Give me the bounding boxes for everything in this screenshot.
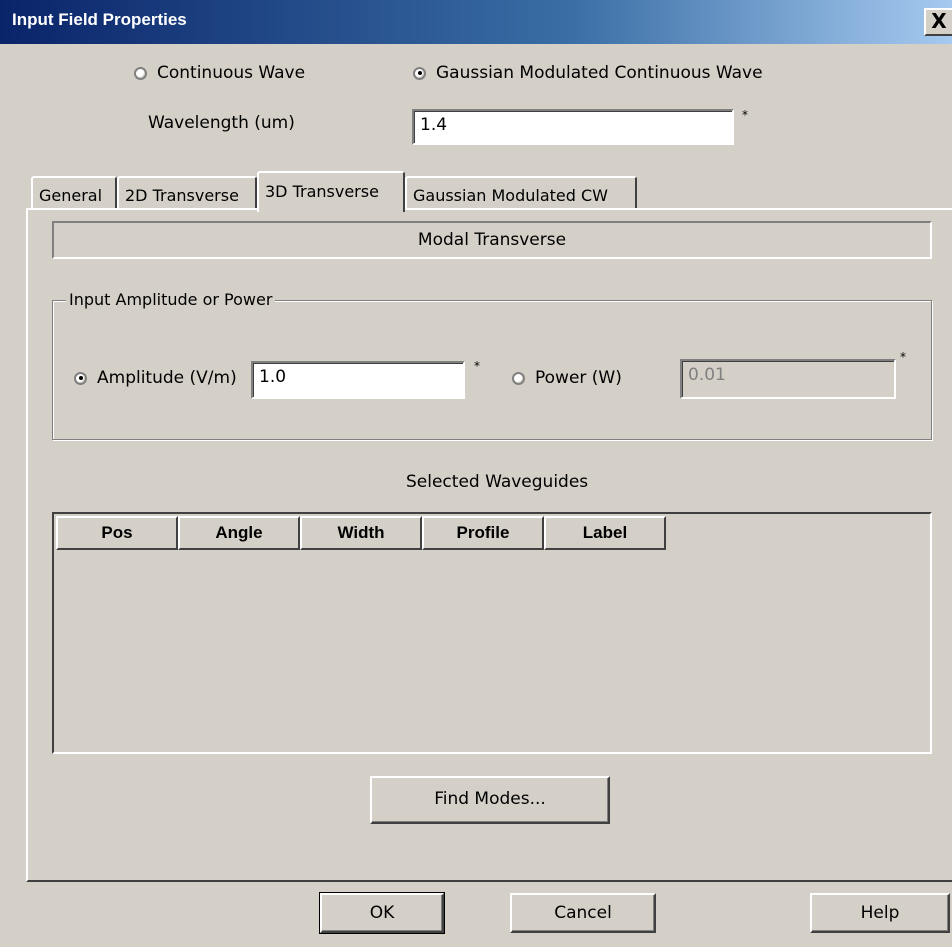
tab-general[interactable]: General xyxy=(31,176,117,210)
tab-label: General xyxy=(39,186,103,205)
radio-power[interactable]: Power (W) xyxy=(512,368,622,388)
radio-gaussian-modulated-cw[interactable]: Gaussian Modulated Continuous Wave xyxy=(413,63,763,83)
help-button[interactable]: Help xyxy=(810,893,950,933)
close-icon: X xyxy=(931,9,947,33)
tab-gaussian-modulated-cw[interactable]: Gaussian Modulated CW xyxy=(405,176,637,210)
waveguides-title: Selected Waveguides xyxy=(406,472,589,492)
required-mark: * xyxy=(474,359,480,373)
required-mark: * xyxy=(900,350,906,364)
column-header-width[interactable]: Width xyxy=(300,516,422,550)
column-header-profile[interactable]: Profile xyxy=(422,516,544,550)
window-title: Input Field Properties xyxy=(12,10,187,29)
radio-label: Power (W) xyxy=(535,368,622,388)
tab-label: Gaussian Modulated CW xyxy=(413,186,608,205)
radio-label: Amplitude (V/m) xyxy=(97,368,237,388)
radio-indicator xyxy=(74,371,87,385)
mode-label: Modal Transverse xyxy=(417,230,567,250)
column-header-pos[interactable]: Pos xyxy=(56,516,178,550)
column-header-label[interactable]: Label xyxy=(544,516,666,550)
required-mark: * xyxy=(742,108,748,122)
group-title: Input Amplitude or Power xyxy=(66,290,276,309)
tab-label: 2D Transverse xyxy=(125,186,239,205)
tab-label: 3D Transverse xyxy=(265,182,379,201)
mode-label-box: Modal Transverse xyxy=(52,221,932,259)
close-button[interactable]: X xyxy=(924,8,952,36)
title-bar: Input Field Properties xyxy=(0,0,952,44)
ok-button[interactable]: OK xyxy=(319,892,445,934)
waveguides-table[interactable]: Pos Angle Width Profile Label xyxy=(52,512,932,754)
column-header-angle[interactable]: Angle xyxy=(178,516,300,550)
find-modes-button[interactable]: Find Modes... xyxy=(370,776,610,824)
amplitude-input[interactable]: 1.0 xyxy=(251,361,465,399)
tab-2d-transverse[interactable]: 2D Transverse xyxy=(117,176,257,210)
radio-label: Gaussian Modulated Continuous Wave xyxy=(436,63,763,83)
radio-label: Continuous Wave xyxy=(157,63,306,83)
radio-amplitude[interactable]: Amplitude (V/m) xyxy=(74,368,237,388)
tab-3d-transverse[interactable]: 3D Transverse xyxy=(257,171,405,212)
power-input[interactable]: 0.01 xyxy=(680,359,896,399)
radio-indicator xyxy=(413,66,426,80)
radio-indicator xyxy=(512,371,525,385)
radio-continuous-wave[interactable]: Continuous Wave xyxy=(134,63,305,83)
cancel-button[interactable]: Cancel xyxy=(510,893,656,933)
wavelength-label: Wavelength (um) xyxy=(148,113,295,133)
radio-indicator xyxy=(134,66,147,80)
wavelength-input[interactable]: 1.4 xyxy=(412,109,734,145)
